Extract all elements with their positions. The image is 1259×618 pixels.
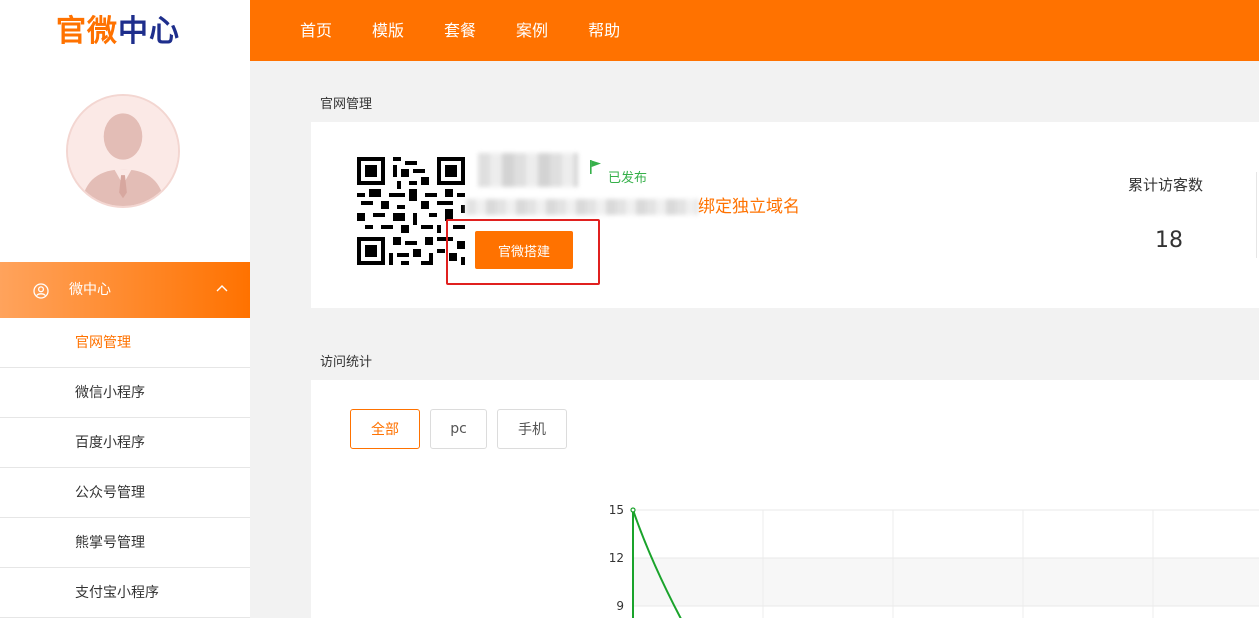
filter-all-button[interactable]: 全部 bbox=[350, 409, 420, 449]
brand-logo[interactable]: 官微中心 bbox=[56, 12, 180, 52]
stats-section-title: 访问统计 bbox=[320, 355, 373, 370]
chart-y-ticks: 15 12 9 bbox=[609, 503, 624, 613]
top-nav-bar: 首页 模版 套餐 案例 帮助 bbox=[250, 0, 1259, 61]
build-site-button[interactable]: 官微搭建 bbox=[475, 231, 573, 269]
sidebar-item-xiongzhang[interactable]: 熊掌号管理 bbox=[0, 518, 250, 568]
avatar[interactable] bbox=[66, 94, 180, 208]
publish-status-text: 已发布 bbox=[608, 171, 648, 186]
visitors-value: 18 bbox=[1155, 228, 1183, 253]
chart-point[interactable] bbox=[630, 507, 636, 513]
avatar-placeholder-icon bbox=[68, 96, 178, 206]
site-name-redacted bbox=[478, 153, 578, 187]
bind-domain-link[interactable]: 绑定独立域名 bbox=[698, 196, 800, 218]
qr-code-icon[interactable] bbox=[357, 157, 465, 265]
sidebar-item-alipay-miniprogram[interactable]: 支付宝小程序 bbox=[0, 568, 250, 618]
sidebar-item-baidu-miniprogram[interactable]: 百度小程序 bbox=[0, 418, 250, 468]
nav-help[interactable]: 帮助 bbox=[588, 0, 620, 62]
top-nav: 首页 模版 套餐 案例 帮助 bbox=[300, 0, 660, 62]
visits-line-chart: 15 12 9 bbox=[609, 503, 1259, 618]
site-url-redacted bbox=[466, 199, 698, 215]
nav-cases[interactable]: 案例 bbox=[516, 0, 548, 62]
nav-packages[interactable]: 套餐 bbox=[444, 0, 476, 62]
chevron-up-icon[interactable] bbox=[216, 284, 228, 294]
sidebar-item-site-management[interactable]: 官网管理 bbox=[0, 318, 250, 368]
brand-logo-part1: 官微 bbox=[56, 14, 118, 49]
site-section-title: 官网管理 bbox=[320, 97, 373, 112]
visitors-label: 累计访客数 bbox=[1128, 176, 1204, 194]
chart-band bbox=[633, 558, 1259, 606]
nav-home[interactable]: 首页 bbox=[300, 0, 332, 62]
chart-y-tick-label: 9 bbox=[616, 599, 624, 613]
sidebar-item-official-account[interactable]: 公众号管理 bbox=[0, 468, 250, 518]
filter-pc-button[interactable]: pc bbox=[430, 409, 487, 449]
submenu: 官网管理 微信小程序 百度小程序 公众号管理 熊掌号管理 支付宝小程序 bbox=[0, 318, 250, 618]
menu-weizhongxin[interactable]: 微中心 bbox=[0, 262, 250, 318]
sidebar-item-wechat-miniprogram[interactable]: 微信小程序 bbox=[0, 368, 250, 418]
stat-divider bbox=[1256, 172, 1257, 258]
menu-weizhongxin-label: 微中心 bbox=[69, 282, 111, 298]
sidebar: 官微中心 微中心 官网管理 微信小程序 百度小程序 公众号管理 熊掌号管理 支付… bbox=[0, 0, 250, 618]
chart-y-tick-label: 12 bbox=[609, 551, 624, 565]
filter-mobile-button[interactable]: 手机 bbox=[497, 409, 567, 449]
brand-logo-part2: 中心 bbox=[118, 14, 180, 49]
flag-icon bbox=[590, 160, 601, 174]
chart-y-tick-label: 15 bbox=[609, 503, 624, 517]
chart-grid bbox=[632, 509, 1259, 618]
nav-templates[interactable]: 模版 bbox=[372, 0, 404, 62]
user-circle-icon bbox=[33, 283, 49, 299]
